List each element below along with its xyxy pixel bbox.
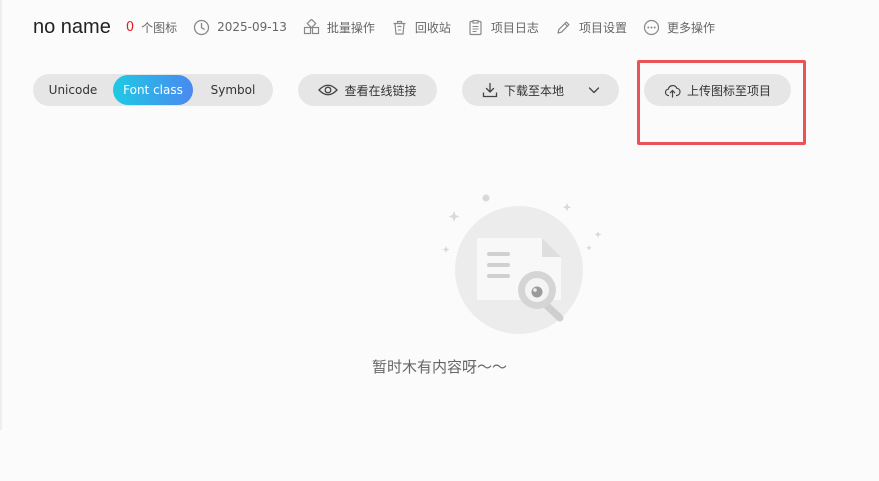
- tab-font-class[interactable]: Font class: [113, 75, 193, 105]
- icon-count-label: 个图标: [141, 20, 178, 35]
- more-actions-label: 更多操作: [666, 20, 715, 35]
- view-online-link-button[interactable]: 查看在线链接: [298, 74, 437, 106]
- eye-icon: [318, 84, 339, 96]
- project-settings-label: 项目设置: [578, 20, 627, 35]
- download-label: 下载至本地: [504, 83, 565, 98]
- empty-state-message: 暂时木有内容呀～～: [371, 358, 507, 376]
- batch-operation-button[interactable]: 批量操作: [303, 18, 375, 36]
- download-icon: [482, 82, 498, 98]
- upload-highlight-box: [637, 60, 806, 145]
- project-title: no name: [33, 15, 111, 38]
- created-date-text: 2025-09-13: [217, 20, 287, 34]
- icon-count: 0: [125, 19, 135, 35]
- view-online-link-label: 查看在线链接: [344, 83, 417, 98]
- tab-unicode[interactable]: Unicode: [33, 74, 113, 106]
- recycle-bin-label: 回收站: [414, 20, 451, 35]
- project-settings-button[interactable]: 项目设置: [555, 19, 627, 36]
- project-header: no name 0 个图标 2025-09-13 批量操作 回收站 项目日志 项…: [33, 12, 731, 42]
- batch-icon: [303, 18, 319, 34]
- more-icon: [643, 19, 660, 35]
- tab-symbol[interactable]: Symbol: [193, 74, 273, 106]
- project-log-button[interactable]: 项目日志: [467, 19, 539, 36]
- pencil-icon: [557, 21, 570, 34]
- more-actions-button[interactable]: 更多操作: [643, 19, 715, 36]
- project-log-label: 项目日志: [490, 20, 539, 35]
- chevron-down-icon[interactable]: [587, 83, 601, 97]
- download-button[interactable]: 下载至本地: [462, 74, 619, 106]
- trash-icon: [393, 20, 406, 35]
- clipboard-icon: [469, 19, 482, 35]
- format-tab-group: Unicode Font class Symbol: [33, 74, 273, 106]
- empty-state-illustration: [442, 194, 602, 334]
- clock-icon: [193, 19, 210, 35]
- created-date: 2025-09-13: [193, 19, 287, 36]
- batch-operation-label: 批量操作: [326, 20, 375, 35]
- recycle-bin-button[interactable]: 回收站: [391, 19, 451, 36]
